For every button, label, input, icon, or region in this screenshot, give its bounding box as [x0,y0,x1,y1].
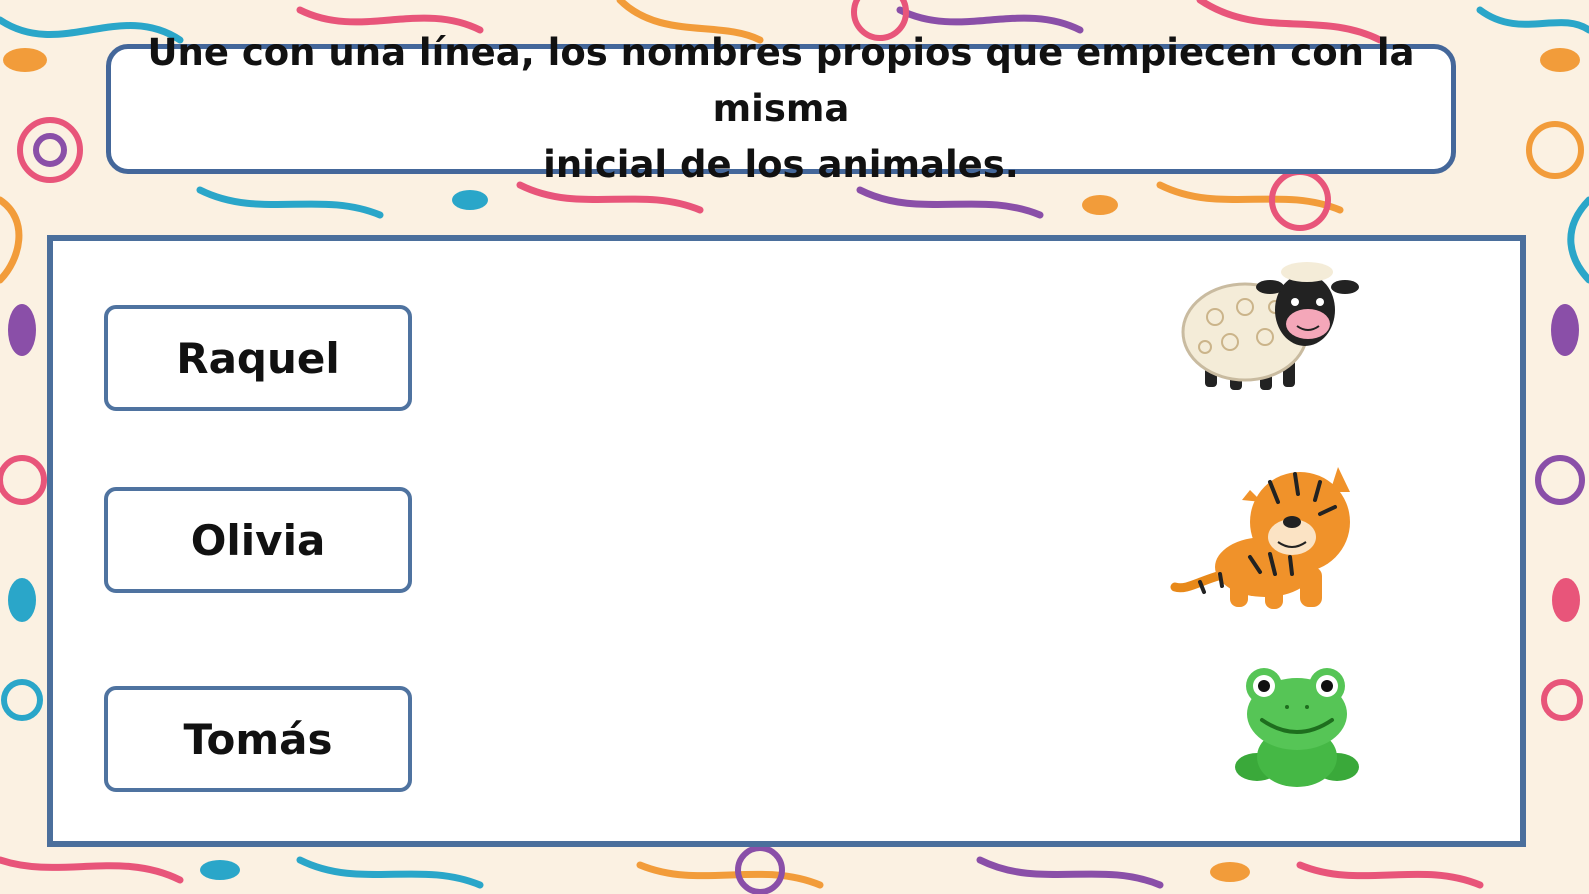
instruction-line-2: inicial de los animales. [543,143,1019,186]
name-card-raquel[interactable]: Raquel [104,305,412,411]
name-label: Tomás [183,714,333,764]
frog-icon[interactable] [1232,662,1362,792]
sheep-icon[interactable] [1175,262,1360,397]
name-card-olivia[interactable]: Olivia [104,487,412,593]
name-label: Olivia [190,515,326,565]
instruction-banner: Une con una línea, los nombres propios q… [106,31,1456,186]
instruction-line-1: Une con una línea, los nombres propios q… [147,31,1415,130]
name-card-tomas[interactable]: Tomás [104,686,412,792]
name-label: Raquel [176,333,340,383]
tiger-icon[interactable] [1170,462,1365,617]
instruction-text: Une con una línea, los nombres propios q… [141,25,1421,193]
